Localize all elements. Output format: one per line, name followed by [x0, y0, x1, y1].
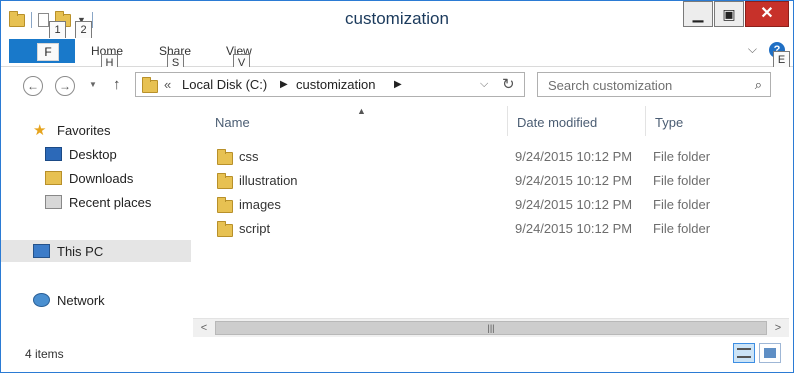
- star-icon: ★: [33, 122, 47, 139]
- network-icon: [33, 293, 50, 307]
- nav-label: This PC: [57, 244, 104, 259]
- file-name: css: [239, 149, 259, 164]
- computer-icon: [33, 244, 50, 258]
- forward-button[interactable]: →: [55, 76, 75, 96]
- recent-locations-icon[interactable]: ▼: [89, 80, 97, 89]
- file-type: File folder: [653, 221, 711, 236]
- file-type: File folder: [653, 149, 711, 164]
- file-row[interactable]: illustration 9/24/2015 10:12 PM File fol…: [193, 169, 793, 193]
- nav-item-this-pc[interactable]: This PC: [1, 240, 191, 262]
- recent-places-icon: [45, 195, 62, 209]
- refresh-icon[interactable]: ↻: [502, 75, 515, 93]
- up-button[interactable]: ↑: [113, 76, 121, 93]
- status-bar: 4 items: [1, 337, 793, 372]
- expand-ribbon-icon[interactable]: ⌵: [748, 42, 757, 57]
- column-header-date[interactable]: Date modified: [517, 115, 597, 130]
- scrollbar-thumb[interactable]: |||: [215, 321, 767, 335]
- folder-icon: [217, 173, 233, 189]
- scroll-right-icon[interactable]: >: [769, 319, 787, 337]
- breadcrumb-local-disk[interactable]: Local Disk (C:): [182, 77, 267, 92]
- search-box[interactable]: ⌕: [537, 72, 771, 97]
- minimize-button[interactable]: ▁: [683, 1, 713, 27]
- maximize-button[interactable]: ▣: [714, 1, 744, 27]
- chevron-right-icon[interactable]: ▶: [394, 79, 402, 90]
- nav-item-network[interactable]: Network: [1, 289, 191, 311]
- ribbon-tabs: F Home Share View H S V ⌵ ? E: [1, 38, 793, 72]
- nav-label: Desktop: [69, 147, 117, 162]
- horizontal-scrollbar[interactable]: < ||| >: [193, 318, 789, 337]
- downloads-folder-icon: [45, 171, 62, 185]
- nav-item-downloads[interactable]: Downloads: [1, 167, 191, 189]
- close-button[interactable]: ✕: [745, 1, 789, 27]
- folder-icon: [142, 77, 158, 93]
- file-name: images: [239, 197, 281, 212]
- file-row[interactable]: images 9/24/2015 10:12 PM File folder: [193, 193, 793, 217]
- details-view-button[interactable]: [733, 343, 755, 363]
- file-type: File folder: [653, 197, 711, 212]
- file-row[interactable]: script 9/24/2015 10:12 PM File folder: [193, 217, 793, 241]
- sort-ascending-icon: ▲: [357, 106, 366, 116]
- details-view-icon: [737, 348, 751, 358]
- title-bar: ▼ 1 2 customization ▁ ▣ ✕: [1, 1, 793, 39]
- file-name: script: [239, 221, 271, 236]
- file-row[interactable]: css 9/24/2015 10:12 PM File folder: [193, 145, 793, 169]
- nav-item-recent-places[interactable]: Recent places: [1, 191, 191, 213]
- navigation-pane: ★ Favorites Desktop Downloads Recent pla…: [1, 106, 191, 338]
- history-dropdown-icon[interactable]: ⌵: [480, 78, 488, 91]
- breadcrumb-customization[interactable]: customization: [296, 77, 375, 92]
- back-button[interactable]: ←: [23, 76, 43, 96]
- nav-label: Recent places: [69, 195, 152, 210]
- file-keytip: F: [37, 43, 59, 61]
- chevron-right-icon[interactable]: ▶: [280, 79, 288, 90]
- file-tab[interactable]: F: [9, 39, 75, 63]
- navigation-bar: ← → ▼ ↑ « Local Disk (C:) ▶ customizatio…: [1, 67, 793, 105]
- folder-icon: [217, 197, 233, 213]
- desktop-icon: [45, 147, 62, 161]
- scroll-left-icon[interactable]: <: [195, 319, 213, 337]
- window-title: customization: [345, 9, 449, 28]
- file-date: 9/24/2015 10:12 PM: [515, 221, 633, 236]
- file-date: 9/24/2015 10:12 PM: [515, 173, 633, 188]
- folder-icon: [217, 149, 233, 165]
- column-header-type[interactable]: Type: [655, 115, 683, 130]
- nav-label: Downloads: [69, 171, 134, 186]
- nav-label: Network: [57, 293, 105, 308]
- window-controls: ▁ ▣ ✕: [683, 1, 789, 27]
- item-count: 4 items: [25, 347, 64, 361]
- file-date: 9/24/2015 10:12 PM: [515, 149, 633, 164]
- search-input[interactable]: [546, 74, 740, 97]
- column-divider[interactable]: [507, 106, 508, 136]
- large-icons-view-icon: [764, 348, 776, 358]
- file-date: 9/24/2015 10:12 PM: [515, 197, 633, 212]
- file-name: illustration: [239, 173, 298, 188]
- address-bar[interactable]: « Local Disk (C:) ▶ customization ▶ ⌵ ↻: [135, 72, 525, 97]
- column-divider[interactable]: [645, 106, 646, 136]
- folder-icon: [217, 221, 233, 237]
- nav-label: Favorites: [57, 123, 111, 138]
- explorer-window: ▼ 1 2 customization ▁ ▣ ✕ F Home Share V…: [0, 0, 794, 373]
- overflow-chevron[interactable]: «: [164, 77, 171, 92]
- file-type: File folder: [653, 173, 711, 188]
- nav-item-desktop[interactable]: Desktop: [1, 143, 191, 165]
- column-header-name[interactable]: Name: [215, 115, 250, 130]
- large-icons-view-button[interactable]: [759, 343, 781, 363]
- nav-item-favorites[interactable]: ★ Favorites: [1, 119, 191, 141]
- search-icon[interactable]: ⌕: [755, 77, 762, 93]
- file-list: ▲ Name Date modified Type css 9/24/2015 …: [193, 106, 793, 318]
